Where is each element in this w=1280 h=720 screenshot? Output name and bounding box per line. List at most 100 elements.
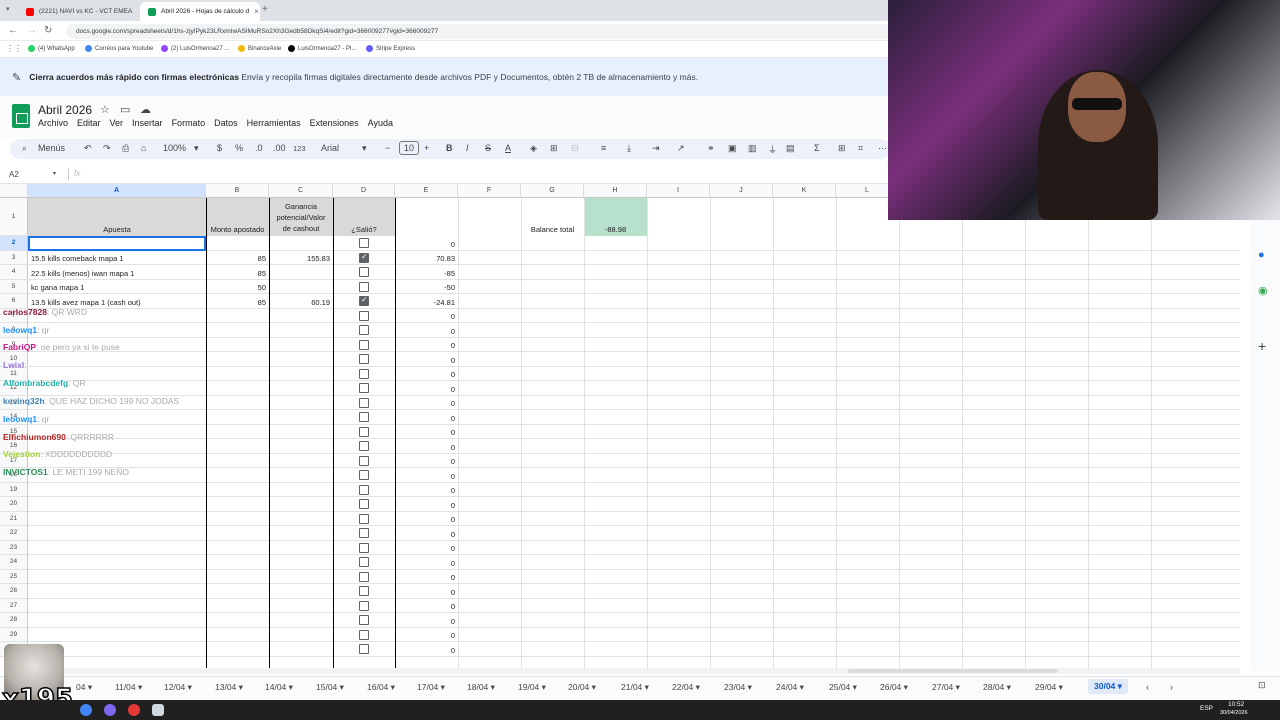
salio-checkbox[interactable] [359, 528, 369, 538]
salio-checkbox[interactable] [359, 295, 369, 306]
sheet-tab[interactable]: 13/04 ▾ [215, 682, 243, 693]
italic-icon[interactable]: I [466, 143, 469, 153]
salio-checkbox[interactable] [359, 354, 369, 364]
column-header-h[interactable]: H [584, 184, 647, 198]
cell-resultado[interactable]: 70.83 [395, 251, 458, 266]
cell-resultado[interactable]: 0 [395, 642, 458, 657]
cell-resultado[interactable]: 0 [395, 570, 458, 585]
sheet-tab[interactable]: 11/04 ▾ [115, 682, 142, 693]
sheet-tab[interactable]: 24/04 ▾ [776, 682, 804, 693]
cell-apuesta[interactable]: 22.5 kills (menos) iwan mapa 1 [28, 265, 206, 280]
bookmark-tiktok[interactable]: LuisOrmenoa27 - Pl... [288, 45, 356, 52]
row-header-3[interactable]: 3 [0, 250, 28, 265]
vertical-align-icon[interactable]: ⤓ [627, 143, 631, 154]
row-header-27[interactable]: 27 [0, 598, 28, 613]
cell-ganancia[interactable] [269, 265, 333, 280]
filter-icon[interactable]: ⏚ [768, 143, 777, 156]
salio-checkbox[interactable] [359, 484, 369, 495]
formula-input[interactable] [90, 169, 890, 180]
browser-tab-youtube[interactable]: (2221) NAVI vs KC - VCT EMEA × [18, 2, 138, 21]
text-wrap-icon[interactable]: ⇥ [652, 143, 660, 154]
column-header-d[interactable]: D [333, 184, 395, 198]
salio-checkbox[interactable] [359, 339, 369, 350]
undo-icon[interactable]: ↶ [84, 143, 92, 154]
cell-resultado[interactable]: 0 [395, 584, 458, 599]
bookmark-stripe[interactable]: Stripe Express [366, 45, 415, 52]
column-header-f[interactable]: F [458, 184, 521, 198]
cell-monto[interactable]: 85 [206, 265, 269, 280]
menu-archivo[interactable]: Archivo [38, 118, 68, 128]
row-header-26[interactable]: 26 [0, 584, 28, 599]
salio-checkbox[interactable] [359, 412, 369, 422]
row-header-28[interactable]: 28 [0, 613, 28, 628]
sheet-tab[interactable]: 28/04 ▾ [983, 682, 1011, 693]
cell-monto[interactable]: 85 [206, 251, 269, 266]
menu-extensiones[interactable]: Extensiones [310, 118, 359, 128]
text-rotation-icon[interactable]: ↗ [677, 143, 685, 154]
salio-checkbox[interactable] [359, 542, 369, 553]
sheet-tab[interactable]: 26/04 ▾ [880, 682, 908, 693]
chrome-icon[interactable] [80, 704, 92, 716]
text-color-icon[interactable]: A [505, 143, 511, 153]
clock-date[interactable]: 30/04/2026 [1220, 710, 1248, 716]
forward-icon[interactable]: → [27, 25, 37, 36]
row-header-1[interactable]: 1 [0, 198, 28, 236]
maps-icon[interactable]: ◉ [1258, 284, 1268, 297]
row-header-25[interactable]: 25 [0, 569, 28, 584]
redo-icon[interactable]: ↷ [103, 143, 111, 154]
cell-resultado[interactable]: -50 [395, 280, 458, 295]
sheet-tab[interactable]: 30/04 ▾ [1088, 679, 1128, 694]
cell-apuesta[interactable]: kc gana mapa 1 [28, 280, 206, 295]
salio-checkbox[interactable] [359, 615, 369, 625]
cell-resultado[interactable]: 0 [395, 454, 458, 469]
cell-resultado[interactable]: 0 [395, 338, 458, 353]
more-tools-icon[interactable]: ⋯ [878, 143, 887, 154]
increase-decimals-button[interactable]: .00 [273, 143, 286, 153]
table-icon[interactable]: ⊞ [838, 143, 846, 154]
insert-comment-icon[interactable]: ▣ [728, 143, 737, 154]
bookmark-binance[interactable]: BinanceAxie [238, 45, 281, 52]
borders-icon[interactable]: ⊞ [550, 143, 558, 154]
column-header-c[interactable]: C [269, 184, 333, 198]
move-folder-icon[interactable]: ▭ [120, 103, 130, 116]
cell-resultado[interactable]: 0 [395, 526, 458, 541]
font-size-input[interactable]: 10 [399, 141, 420, 155]
header-salio[interactable]: ¿Salió? [333, 198, 395, 236]
cell-resultado[interactable]: 0 [395, 367, 458, 382]
strikethrough-icon[interactable]: S [485, 143, 491, 153]
row-header-21[interactable]: 21 [0, 511, 28, 526]
cell-ganancia[interactable] [269, 280, 333, 295]
insert-link-icon[interactable]: ⚭ [707, 143, 715, 154]
cell-resultado[interactable]: 0 [395, 512, 458, 527]
salio-checkbox[interactable] [359, 644, 369, 654]
cell-apuesta[interactable]: 15.5 kills comeback mapa 1 [28, 251, 206, 266]
select-all-corner[interactable] [0, 184, 28, 198]
row-header-20[interactable]: 20 [0, 497, 28, 512]
cloud-status-icon[interactable]: ☁ [140, 103, 151, 116]
salio-checkbox[interactable] [359, 426, 369, 437]
row-header-5[interactable]: 5 [0, 279, 28, 294]
column-header-k[interactable]: K [773, 184, 836, 198]
balance-label[interactable]: Balance total [521, 198, 584, 236]
salio-checkbox[interactable] [359, 310, 369, 321]
row-header-2[interactable]: 2 [0, 236, 28, 251]
salio-checkbox[interactable] [359, 368, 369, 379]
row-header-22[interactable]: 22 [0, 526, 28, 541]
header-apuesta[interactable]: Apuesta [28, 198, 206, 236]
row-header-23[interactable]: 23 [0, 540, 28, 555]
salio-checkbox[interactable] [359, 571, 369, 582]
paint-format-icon[interactable]: ⌂ [141, 143, 146, 153]
app-icon[interactable] [104, 704, 116, 716]
bookmark-correos[interactable]: Correos para Youtube [85, 45, 153, 52]
back-icon[interactable]: ← [8, 25, 18, 36]
cell-resultado[interactable]: 0 [395, 497, 458, 512]
cell-monto[interactable]: 50 [206, 280, 269, 295]
browser-tab-sheets[interactable]: Abril 2026 - Hojas de cálculo d × [140, 2, 260, 21]
currency-format-button[interactable]: $ [217, 143, 222, 153]
font-select[interactable]: Arial [321, 143, 339, 153]
menu-datos[interactable]: Datos [214, 118, 238, 128]
cell-resultado[interactable]: 0 [395, 309, 458, 324]
menu-ver[interactable]: Ver [110, 118, 124, 128]
scroll-tabs-left-icon[interactable]: ‹ [1146, 682, 1149, 692]
cell-resultado[interactable]: 0 [395, 352, 458, 367]
